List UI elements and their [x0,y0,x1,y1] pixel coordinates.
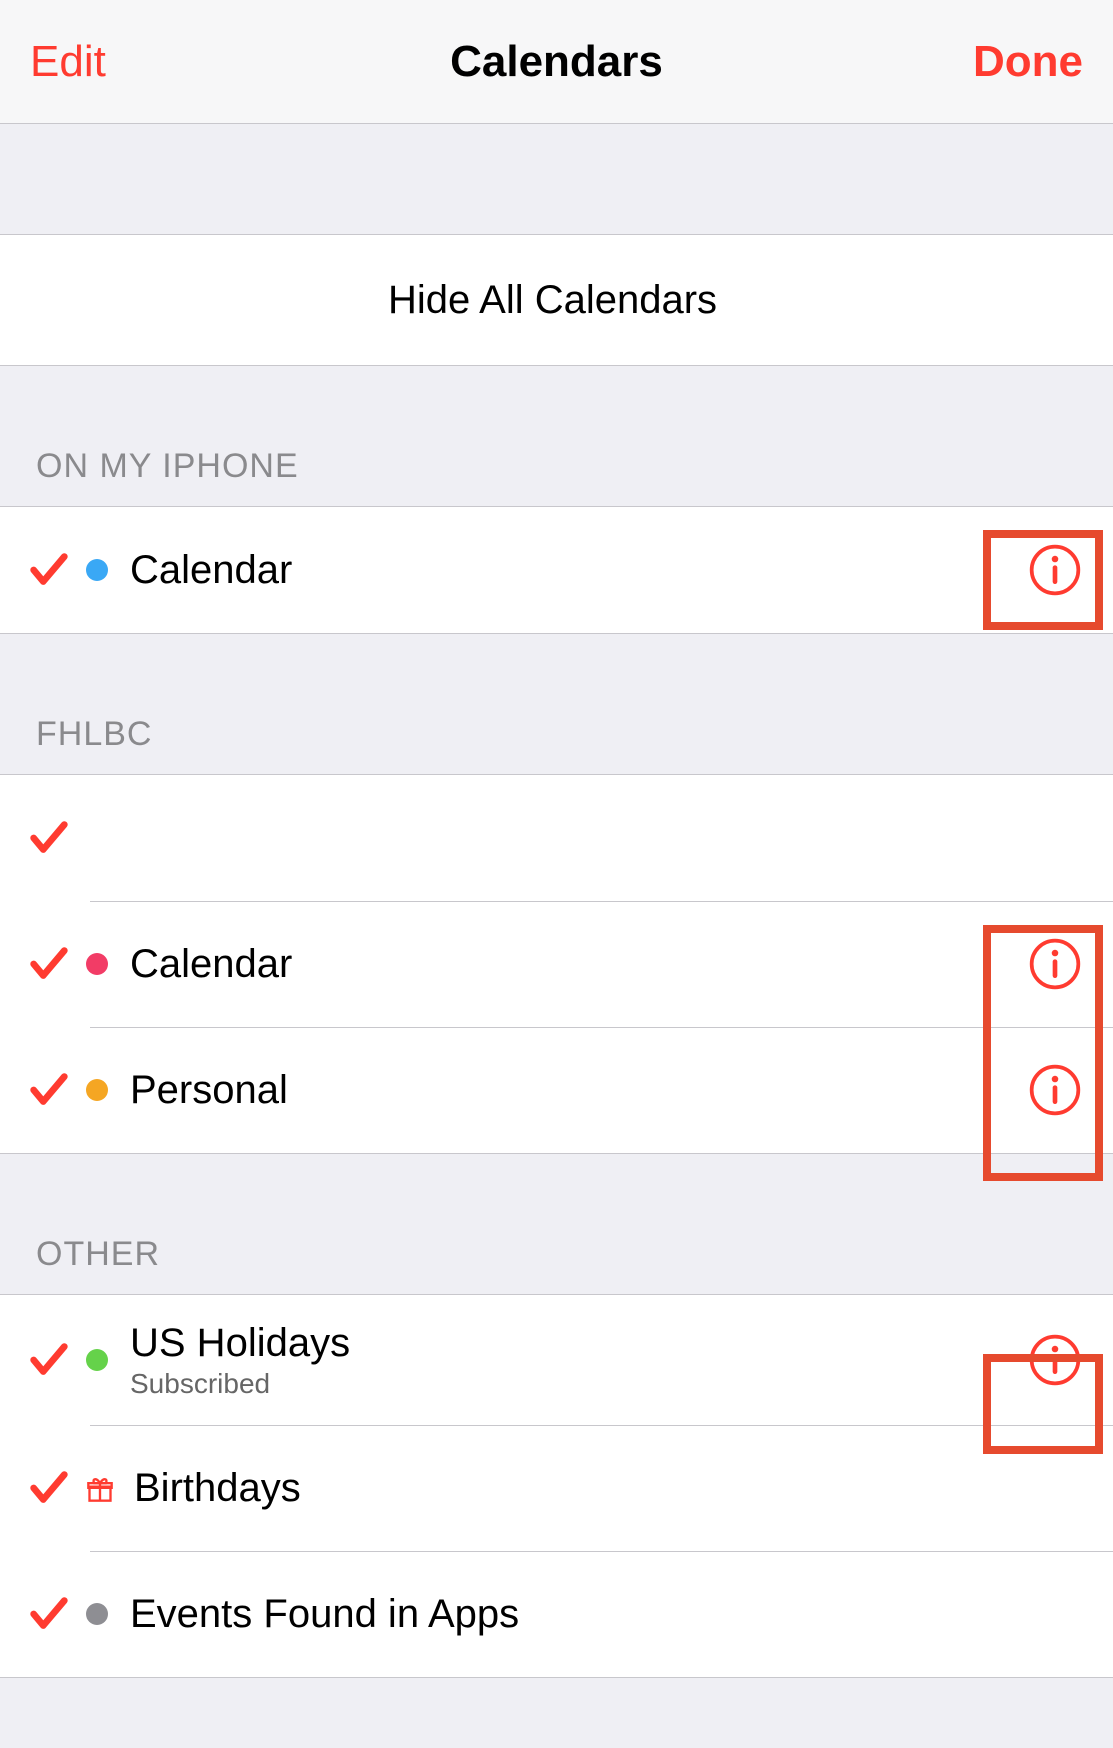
section-header-on-my-iphone: ON MY IPHONE [0,366,1113,506]
calendar-subtitle: Subscribed [130,1368,1027,1400]
checkmark-icon [22,937,76,991]
section-other: US Holidays Subscribed Birthdays [0,1294,1113,1678]
section-fhlbc: Calendar Personal [0,774,1113,1154]
calendar-text: US Holidays Subscribed [130,1320,1027,1400]
checkmark-icon [22,1063,76,1117]
color-dot [86,1349,108,1371]
calendar-row-fhlbc-0[interactable] [0,775,1113,901]
section-header-fhlbc: FHLBC [0,634,1113,774]
hide-all-calendars-button[interactable]: Hide All Calendars [0,235,1113,365]
checkmark-icon [22,543,76,597]
checkmark-icon [22,1587,76,1641]
done-button[interactable]: Done [973,37,1083,87]
color-dot [86,559,108,581]
calendars-screen: Edit Calendars Done Hide All Calendars O… [0,0,1113,1748]
info-button[interactable] [1027,936,1083,992]
spacer [0,124,1113,234]
calendar-label: Events Found in Apps [130,1592,1083,1637]
calendar-label: Calendar [130,942,1027,987]
checkmark-icon [22,811,76,865]
checkmark-icon [22,1461,76,1515]
color-dot [86,1603,108,1625]
color-dot [86,953,108,975]
calendar-row-fhlbc-calendar[interactable]: Calendar [0,901,1113,1027]
calendar-label: US Holidays [130,1320,1027,1366]
hide-all-label: Hide All Calendars [388,278,717,323]
section-on-my-iphone: Calendar [0,506,1113,634]
checkmark-icon [22,1333,76,1387]
calendar-row-events-found-in-apps[interactable]: Events Found in Apps [0,1551,1113,1677]
edit-button[interactable]: Edit [30,37,106,87]
info-button[interactable] [1027,1332,1083,1388]
calendar-label: Birthdays [134,1466,1083,1511]
calendar-row-birthdays[interactable]: Birthdays [0,1425,1113,1551]
calendar-row-us-holidays[interactable]: US Holidays Subscribed [0,1295,1113,1425]
page-title: Calendars [0,37,1113,87]
info-button[interactable] [1027,1062,1083,1118]
hide-all-group: Hide All Calendars [0,234,1113,366]
calendar-label: Personal [130,1068,1027,1113]
calendar-row-calendar-iphone[interactable]: Calendar [0,507,1113,633]
section-header-other: OTHER [0,1154,1113,1294]
gift-icon [86,1475,112,1501]
calendar-label: Calendar [130,548,1027,593]
navbar: Edit Calendars Done [0,0,1113,124]
info-button[interactable] [1027,542,1083,598]
color-dot [86,1079,108,1101]
calendar-row-fhlbc-personal[interactable]: Personal [0,1027,1113,1153]
